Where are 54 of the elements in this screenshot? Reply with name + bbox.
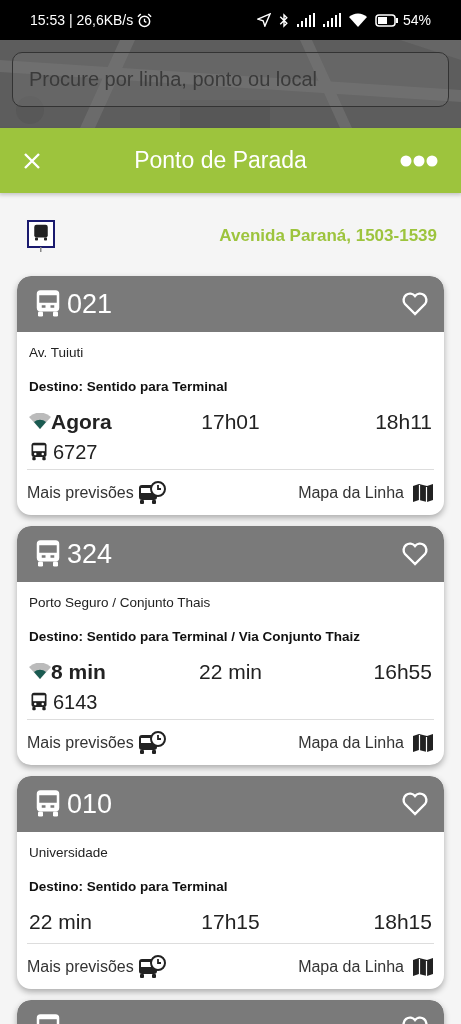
- vehicle-number: 6727: [53, 440, 98, 465]
- signal-icon: [322, 13, 341, 27]
- alarm-icon: [137, 12, 153, 28]
- route-destination: Destino: Sentido para Terminal: [29, 878, 229, 897]
- battery-icon: [374, 13, 399, 27]
- route-number: 021: [67, 287, 113, 321]
- wifi-icon: [348, 13, 367, 27]
- bus-icon: [29, 442, 49, 462]
- arrival-time: 22 min: [29, 908, 93, 935]
- arrival-time: 17h15: [201, 909, 260, 933]
- favorite-button[interactable]: [402, 542, 428, 566]
- route-map-link[interactable]: Mapa da Linha: [298, 954, 434, 979]
- favorite-button[interactable]: [402, 792, 428, 816]
- arrival-time: 22 min: [198, 659, 262, 683]
- route-name: Porto Seguro / Conjunto Thais: [29, 594, 212, 612]
- route-number: 324: [67, 537, 113, 571]
- more-forecasts-link[interactable]: Mais previsões: [27, 729, 166, 756]
- arrival-time: 18h15: [373, 909, 432, 933]
- bus-clock-icon: [137, 953, 166, 980]
- route-map-link[interactable]: Mapa da Linha: [298, 730, 434, 755]
- close-icon: [23, 151, 41, 170]
- arrival-time: 8 min: [51, 658, 106, 685]
- heart-icon: [402, 542, 428, 566]
- stop-address: Avenida Paraná, 1503-1539: [219, 225, 437, 248]
- map-icon: [412, 955, 434, 978]
- heart-icon: [402, 792, 428, 816]
- bus-clock-icon: [137, 729, 166, 756]
- map-icon: [412, 481, 434, 504]
- route-map-link[interactable]: Mapa da Linha: [298, 480, 434, 505]
- bus-stop-icon: [27, 220, 55, 252]
- route-number: 010: [67, 787, 113, 821]
- route-destination: Destino: Sentido para Terminal / Via Conjunto Thaiz: [29, 628, 362, 647]
- arrival-time: 18h11: [375, 409, 432, 433]
- favorite-button[interactable]: [402, 292, 428, 316]
- page-title: Ponto de Parada: [134, 146, 307, 176]
- route-name: Universidade: [29, 844, 109, 862]
- bus-icon: [29, 692, 49, 712]
- vehicle-number: 6143: [53, 690, 98, 715]
- arrival-time: 17h01: [201, 409, 260, 433]
- location-icon: [256, 13, 271, 27]
- bluetooth-icon: [278, 12, 289, 28]
- signal-icon: [296, 13, 315, 27]
- bus-clock-icon: [137, 479, 166, 506]
- heart-icon: [402, 292, 428, 316]
- route-destination: Destino: Sentido para Terminal: [29, 378, 229, 397]
- more-icon: [400, 154, 438, 167]
- arrival-time: 16h55: [373, 659, 432, 683]
- more-forecasts-link[interactable]: Mais previsões: [27, 479, 166, 506]
- battery-level: 54%: [402, 10, 431, 30]
- status-time: 15:53 | 26,6KB/s: [30, 10, 134, 30]
- more-forecasts-link[interactable]: Mais previsões: [27, 953, 166, 980]
- route-name: Av. Tuiuti: [29, 344, 85, 362]
- map-icon: [412, 731, 434, 754]
- arrival-time: Agora: [51, 408, 112, 435]
